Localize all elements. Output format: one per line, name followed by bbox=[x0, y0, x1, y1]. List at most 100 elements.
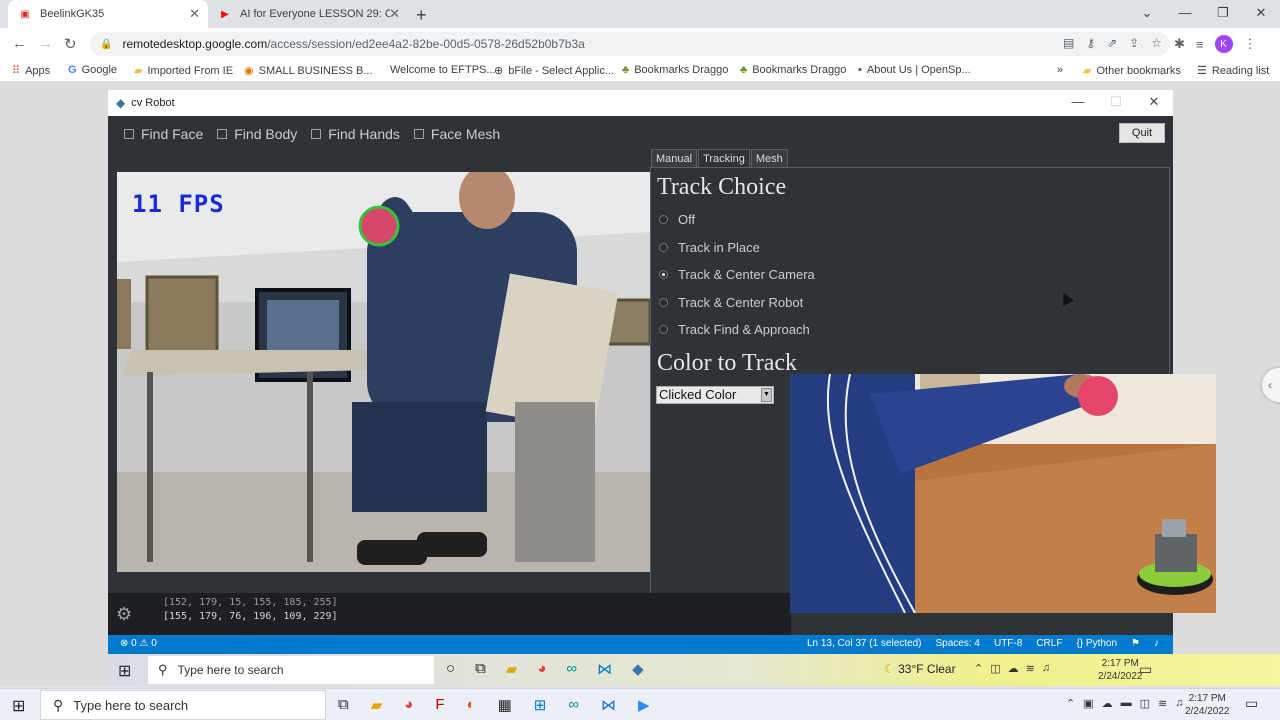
windows-start-icon[interactable]: ⊞ bbox=[12, 696, 25, 716]
chevron-up-icon[interactable]: ⌃ bbox=[1066, 697, 1075, 710]
chrome-icon[interactable]: ◕ bbox=[404, 696, 413, 714]
notification-icon[interactable]: ▭ bbox=[1245, 695, 1258, 712]
app-icon[interactable]: ◐ bbox=[467, 696, 476, 714]
minimize-button[interactable]: — bbox=[1166, 0, 1204, 28]
radio-track-center-camera[interactable]: Track & Center Camera bbox=[659, 267, 815, 282]
remote-search-box[interactable]: ⚲ Type here to search bbox=[148, 656, 434, 684]
clipboard-icon[interactable]: ▤ bbox=[1063, 36, 1074, 50]
key-icon[interactable]: ⚷ bbox=[1086, 36, 1095, 50]
filezilla-icon[interactable]: F bbox=[435, 696, 444, 714]
task-view-icon[interactable]: ⧉ bbox=[475, 660, 486, 678]
network-icon[interactable]: ◫ bbox=[1140, 697, 1150, 710]
task-view-icon[interactable]: ⧉ bbox=[338, 696, 349, 714]
notification-icon[interactable]: ▭ bbox=[1139, 661, 1152, 678]
chevron-up-icon[interactable]: ⌃ bbox=[974, 662, 983, 675]
chrome-icon[interactable]: ◕ bbox=[537, 660, 546, 678]
bookmark-reading-list[interactable]: ☰ Reading list bbox=[1197, 64, 1269, 78]
tab-tracking[interactable]: Tracking bbox=[698, 149, 750, 169]
close-button[interactable]: ✕ bbox=[1135, 90, 1173, 114]
minimize-button[interactable]: — bbox=[1059, 90, 1097, 114]
find-body-checkbox[interactable]: Find Body bbox=[217, 126, 297, 142]
arduino-icon[interactable]: ∞ bbox=[568, 696, 579, 714]
reload-icon[interactable]: ↻ bbox=[64, 35, 77, 53]
tab-beelink[interactable]: ▣ BeelinkGK35 ✕ bbox=[8, 0, 208, 28]
feedback-icon[interactable]: ⚑ bbox=[1131, 638, 1140, 649]
tab-mesh[interactable]: Mesh bbox=[750, 149, 788, 169]
radio-off[interactable]: Off bbox=[659, 212, 695, 227]
onedrive-icon[interactable]: ☁ bbox=[1008, 662, 1019, 675]
tab-manual[interactable]: Manual bbox=[651, 149, 698, 169]
windows-start-icon[interactable]: ⊞ bbox=[118, 661, 131, 681]
indentation[interactable]: Spaces: 4 bbox=[935, 638, 979, 649]
star-icon[interactable]: ☆ bbox=[1151, 36, 1162, 50]
cortana-icon[interactable]: ○ bbox=[446, 660, 455, 678]
bookmark-draggo-2[interactable]: ♣ Bookmarks Draggo bbox=[740, 64, 846, 76]
line-ending[interactable]: CRLF bbox=[1036, 638, 1062, 649]
language-mode[interactable]: {} Python bbox=[1076, 638, 1117, 649]
tab-youtube[interactable]: ▶ AI for Everyone LESSON 29: Cont ✕ bbox=[208, 0, 408, 28]
meet-icon[interactable]: ▣ bbox=[1083, 697, 1093, 710]
close-icon[interactable]: ✕ bbox=[189, 6, 200, 22]
weather-widget[interactable]: ☾ 33°F Clear bbox=[884, 662, 956, 676]
forward-icon[interactable]: → bbox=[38, 35, 53, 52]
dropdown-arrow-icon[interactable]: ▼ bbox=[761, 388, 772, 402]
file-explorer-icon[interactable]: ▰ bbox=[506, 660, 518, 678]
maximize-button[interactable]: ❐ bbox=[1204, 0, 1242, 28]
vscode-icon[interactable]: ⋈ bbox=[597, 660, 612, 678]
find-hands-checkbox[interactable]: Find Hands bbox=[311, 126, 400, 142]
bookmark-small-business[interactable]: ◉ SMALL BUSINESS B... bbox=[244, 64, 373, 78]
bookmark-bfile[interactable]: ⊕ bFile - Select Applic... bbox=[494, 64, 614, 78]
find-face-checkbox[interactable]: Find Face bbox=[124, 126, 203, 142]
windows-store-icon[interactable]: ⊞ bbox=[534, 696, 547, 714]
bookmark-draggo-1[interactable]: ♣ Bookmarks Draggo bbox=[622, 64, 728, 76]
share-icon[interactable]: ⇪ bbox=[1129, 36, 1139, 50]
bookmark-about-us[interactable]: ▪ About Us | OpenSp... bbox=[858, 64, 971, 76]
bookmark-apps[interactable]: ⠿ Apps bbox=[12, 64, 50, 78]
gear-icon[interactable]: ⚙ bbox=[116, 604, 132, 625]
wifi-icon[interactable]: ≋ bbox=[1158, 697, 1167, 710]
problems-count[interactable]: ⊗ 0 ⚠ 0 bbox=[120, 638, 157, 649]
avatar[interactable]: K bbox=[1214, 35, 1233, 53]
close-button[interactable]: ✕ bbox=[1242, 0, 1280, 28]
file-explorer-icon[interactable]: ▰ bbox=[371, 696, 383, 714]
bookmarks-overflow[interactable]: » bbox=[1057, 64, 1063, 76]
bookmark-google[interactable]: G Google bbox=[68, 64, 117, 76]
close-icon[interactable]: ✕ bbox=[389, 6, 400, 22]
puzzle-icon[interactable]: ✱ bbox=[1174, 36, 1185, 52]
vscode-icon[interactable]: ⋈ bbox=[601, 696, 616, 714]
bookmark-eftps[interactable]: Welcome to EFTPS... bbox=[390, 64, 496, 76]
arduino-icon[interactable]: ∞ bbox=[566, 660, 577, 678]
face-mesh-checkbox[interactable]: Face Mesh bbox=[413, 126, 500, 142]
calculator-icon[interactable]: ▦ bbox=[498, 696, 512, 714]
browser-toolbar: ← → ↻ 🔒 remotedesktop.google.com/access/… bbox=[0, 28, 1280, 60]
new-tab-button[interactable]: + bbox=[416, 5, 427, 26]
host-search-box[interactable]: ⚲ Type here to search bbox=[40, 690, 326, 720]
wifi-icon[interactable]: ≋ bbox=[1026, 662, 1035, 675]
bookmark-imported[interactable]: ▰ Imported From IE bbox=[134, 64, 233, 78]
cursor-position[interactable]: Ln 13, Col 37 (1 selected) bbox=[807, 638, 922, 649]
radio-track-in-place[interactable]: Track in Place bbox=[659, 240, 760, 255]
encoding[interactable]: UTF-8 bbox=[994, 638, 1022, 649]
reading-list-icon[interactable]: ≡ bbox=[1196, 37, 1204, 52]
back-icon[interactable]: ← bbox=[12, 35, 27, 52]
battery-icon[interactable]: ▬ bbox=[1121, 697, 1132, 710]
volume-icon[interactable]: ♫ bbox=[1175, 697, 1183, 710]
maximize-button[interactable]: ☐ bbox=[1097, 90, 1135, 114]
address-bar[interactable]: 🔒 remotedesktop.google.com/access/sessio… bbox=[90, 32, 1170, 56]
zoom-icon[interactable]: ▶ bbox=[638, 696, 650, 714]
remote-clock[interactable]: 2:17 PM 2/24/2022 bbox=[1098, 657, 1143, 683]
chevron-down-icon[interactable]: ⌄ bbox=[1128, 0, 1166, 28]
python-icon[interactable]: ◆ bbox=[632, 660, 644, 678]
bookmark-other[interactable]: ▰ Other bookmarks bbox=[1083, 64, 1181, 78]
color-select[interactable]: Clicked Color ▼ bbox=[656, 386, 774, 404]
host-clock[interactable]: 2:17 PM 2/24/2022 bbox=[1185, 692, 1230, 718]
bell-icon[interactable]: ♪ bbox=[1154, 638, 1159, 649]
network-icon[interactable]: ◫ bbox=[990, 662, 1000, 675]
radio-track-find-approach[interactable]: Track Find & Approach bbox=[659, 322, 810, 337]
onedrive-icon[interactable]: ☁ bbox=[1102, 697, 1113, 710]
radio-track-center-robot[interactable]: Track & Center Robot bbox=[659, 295, 803, 310]
open-external-icon[interactable]: ⇗ bbox=[1107, 36, 1117, 50]
quit-button[interactable]: Quit bbox=[1119, 123, 1165, 143]
volume-icon[interactable]: ♫ bbox=[1042, 662, 1050, 675]
menu-dots-icon[interactable]: ⋮ bbox=[1244, 36, 1257, 52]
